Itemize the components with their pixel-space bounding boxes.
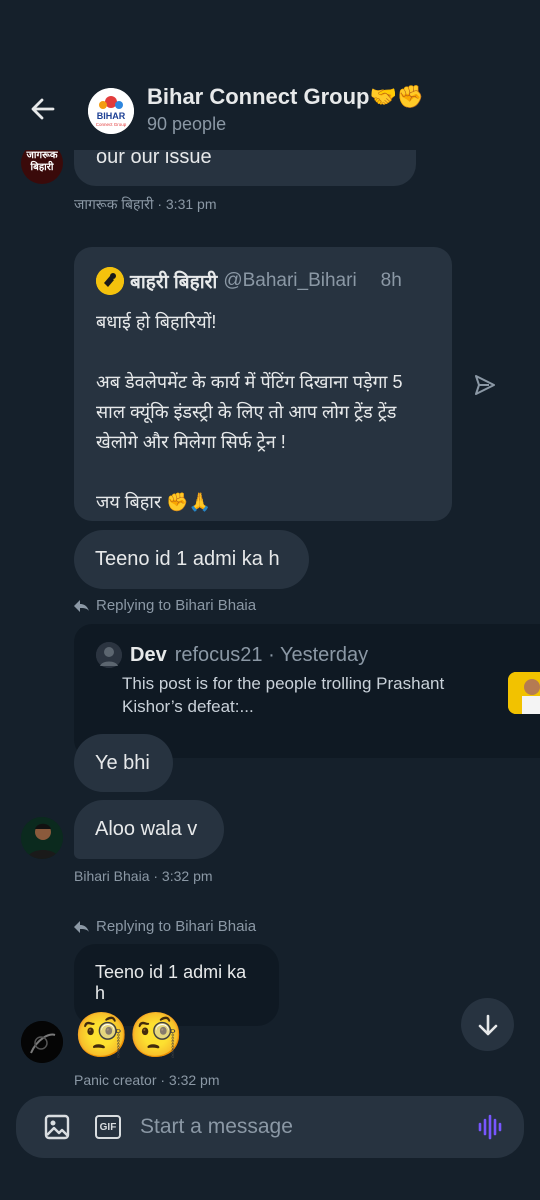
post-text: बधाई हो बिहारियों! अब डेवलेपमेंट के कार्… xyxy=(96,312,403,512)
avatar-bihari-bhaia[interactable] xyxy=(21,817,63,859)
reply-arrow-icon xyxy=(74,920,89,933)
shared-post-card[interactable]: बाहरी बिहारी @Bahari_Bihari 8h बधाई हो ब… xyxy=(74,247,452,521)
replying-to-label: Replying to Bihari Bhaia xyxy=(74,597,256,614)
message-text: Aloo wala v xyxy=(95,818,198,840)
group-avatar[interactable]: BIHAR Connect Group xyxy=(88,88,134,134)
embedded-author-avatar xyxy=(96,642,122,668)
message-meta: Bihari Bhaia · 3:32 pm xyxy=(74,868,213,884)
reply-arrow-icon xyxy=(74,599,89,612)
embedded-post-text: This post is for the people trolling Pra… xyxy=(122,674,445,716)
message-meta: जागरूक बिहारी · 3:31 pm xyxy=(74,196,217,212)
group-avatar-subtext: Connect Group xyxy=(96,122,127,127)
message-text: Ye bhi xyxy=(95,752,150,774)
message-text: Teeno id 1 admi ka h xyxy=(95,548,280,570)
embedded-thumbnail[interactable] xyxy=(508,672,540,714)
post-time: 8h xyxy=(380,270,402,291)
image-icon[interactable] xyxy=(43,1113,71,1141)
avatar-panic-creator[interactable] xyxy=(21,1021,63,1063)
message-composer: GIF xyxy=(16,1096,524,1158)
group-avatar-text: BIHAR xyxy=(97,111,126,121)
embedded-author-name: Dev xyxy=(130,643,167,666)
arrow-down-icon xyxy=(478,1014,497,1035)
message-bubble[interactable]: Ye bhi xyxy=(74,734,173,792)
post-author-handle: @Bahari_Bihari xyxy=(223,270,357,291)
message-bubble[interactable]: Teeno id 1 admi ka h xyxy=(74,530,309,589)
message-meta: Panic creator · 3:32 pm xyxy=(74,1072,220,1088)
post-author-avatar xyxy=(96,267,124,295)
message-input[interactable] xyxy=(140,1108,460,1146)
embedded-author-meta: refocus21 · Yesterday xyxy=(174,643,369,666)
group-title[interactable]: Bihar Connect Group🤝✊ xyxy=(147,84,424,110)
replying-to-text: Replying to Bihari Bhaia xyxy=(96,597,257,614)
member-count[interactable]: 90 people xyxy=(147,114,226,135)
message-bubble[interactable]: Aloo wala v xyxy=(74,800,224,859)
share-icon[interactable] xyxy=(472,372,498,398)
back-arrow-icon[interactable] xyxy=(26,92,60,126)
post-author-name: बाहरी बिहारी xyxy=(130,272,218,293)
voice-message-icon[interactable] xyxy=(476,1113,504,1141)
gif-button[interactable]: GIF xyxy=(95,1115,121,1139)
conversation-header: BIHAR Connect Group Bihar Connect Group🤝… xyxy=(0,0,540,150)
scroll-to-bottom-button[interactable] xyxy=(461,998,514,1051)
replying-to-text: Replying to Bihari Bhaia xyxy=(96,918,257,935)
emoji-message[interactable]: 🧐🧐 xyxy=(74,1010,184,1062)
replying-to-label: Replying to Bihari Bhaia xyxy=(74,918,256,935)
quoted-reply-text: Teeno id 1 admi ka h xyxy=(95,962,247,1003)
